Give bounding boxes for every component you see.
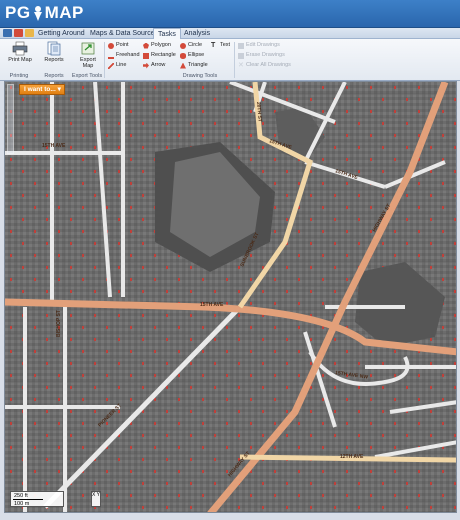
scale-meters-label: 100 m	[14, 501, 30, 507]
tab-getting-around[interactable]: Getting Around	[34, 28, 89, 39]
reports-icon	[47, 41, 61, 56]
draw-triangle-label: Triangle	[188, 62, 208, 68]
triangle-icon	[180, 62, 186, 69]
map-canvas[interactable]: 15TH AVE 15TH AVE 15TH AVE 15TH AVE NW 1…	[5, 82, 457, 513]
ellipse-icon	[180, 52, 186, 59]
draw-rectangle-button[interactable]: Rectangle	[143, 51, 176, 60]
ribbon-tab-bar: Getting Around Maps & Data Sources Tasks…	[0, 28, 460, 40]
export-map-label: Export Map	[80, 57, 96, 69]
ribbon-separator	[234, 42, 235, 78]
draw-line-button[interactable]: Line	[108, 61, 126, 70]
map-navigation-strip[interactable]	[7, 84, 14, 154]
label-main-ave: 15TH AVE	[200, 302, 224, 308]
erase-drawings-label: Erase Drawings	[246, 52, 285, 58]
app-logo: PG MAP	[5, 3, 84, 23]
draw-polygon-label: Polygon	[151, 42, 171, 48]
arrow-icon	[143, 62, 149, 69]
group-label-reports: Reports	[44, 73, 64, 79]
map-view[interactable]: 15TH AVE 15TH AVE 15TH AVE 15TH AVE NW 1…	[4, 81, 457, 513]
map-pin-icon	[33, 5, 42, 21]
coordinate-toggle[interactable]: X Y	[91, 491, 101, 507]
i-want-to-label: I want to...	[24, 86, 56, 93]
draw-arrow-button[interactable]: Arrow	[143, 61, 165, 70]
text-icon: T	[211, 41, 216, 49]
draw-point-label: Point	[116, 42, 129, 48]
print-map-button[interactable]: Print Map	[6, 41, 34, 71]
folder-icon[interactable]	[25, 29, 34, 37]
draw-circle-button[interactable]: Circle	[180, 41, 202, 50]
label-12th-ave: 12TH AVE	[340, 454, 364, 460]
erase-drawings-button[interactable]: Erase Drawings	[238, 51, 285, 60]
point-icon	[108, 42, 114, 49]
print-map-label: Print Map	[8, 57, 32, 63]
draw-circle-label: Circle	[188, 42, 203, 48]
draw-ellipse-label: Ellipse	[188, 52, 205, 58]
export-map-icon	[81, 42, 95, 55]
edit-drawings-button[interactable]: Edit Drawings	[238, 41, 280, 50]
label-15th-ave: 15TH AVE	[42, 143, 66, 149]
i-want-to-dropdown[interactable]: I want to... ▾	[19, 84, 65, 95]
rectangle-icon	[143, 52, 149, 59]
line-icon	[108, 62, 114, 69]
reports-button[interactable]: Reports	[40, 41, 68, 71]
label-bishop-st: BISHOP ST	[56, 310, 62, 337]
draw-line-label: Line	[116, 62, 127, 68]
freehand-icon	[108, 53, 114, 59]
polygon-icon	[143, 42, 149, 49]
home-icon[interactable]	[3, 29, 12, 37]
reports-label: Reports	[44, 57, 64, 63]
logo-text-left: PG	[5, 3, 31, 22]
tab-maps-data-sources[interactable]: Maps & Data Sources	[86, 28, 162, 39]
draw-arrow-label: Arrow	[151, 62, 166, 68]
logo-text-right: MAP	[44, 3, 84, 22]
draw-triangle-button[interactable]: Triangle	[180, 61, 208, 70]
draw-text-button[interactable]: T Text	[211, 41, 230, 50]
clear-icon: ✕	[238, 61, 244, 69]
title-bar: PG MAP	[0, 0, 460, 28]
export-map-button[interactable]: Export Map	[74, 41, 102, 71]
ribbon-toolbar: Print Map Reports Export Map Point Freeh…	[0, 39, 460, 81]
edit-icon	[238, 42, 244, 49]
group-label-printing: Printing	[9, 73, 29, 79]
group-label-drawing-tools: Drawing Tools	[182, 73, 218, 79]
eraser-icon	[238, 52, 244, 59]
ribbon-separator	[104, 42, 105, 78]
draw-ellipse-button[interactable]: Ellipse	[180, 51, 204, 60]
printer-icon	[12, 41, 28, 56]
help-icon[interactable]	[14, 29, 23, 37]
draw-rectangle-label: Rectangle	[151, 52, 176, 58]
clear-all-drawings-label: Clear All Drawings	[246, 62, 291, 68]
group-label-export-tools: Export Tools	[71, 73, 103, 79]
draw-point-button[interactable]: Point	[108, 41, 129, 50]
draw-text-label: Text	[220, 42, 231, 48]
draw-freehand-label: Freehand	[116, 52, 140, 58]
scale-bar: 250 ft 100 m	[10, 491, 64, 507]
draw-freehand-button[interactable]: Freehand	[108, 51, 140, 60]
tab-analysis[interactable]: Analysis	[180, 28, 214, 39]
chevron-down-icon: ▾	[57, 86, 61, 93]
circle-icon	[180, 42, 186, 49]
draw-polygon-button[interactable]: Polygon	[143, 41, 171, 50]
clear-all-drawings-button[interactable]: ✕ Clear All Drawings	[238, 61, 291, 70]
edit-drawings-label: Edit Drawings	[246, 42, 280, 48]
